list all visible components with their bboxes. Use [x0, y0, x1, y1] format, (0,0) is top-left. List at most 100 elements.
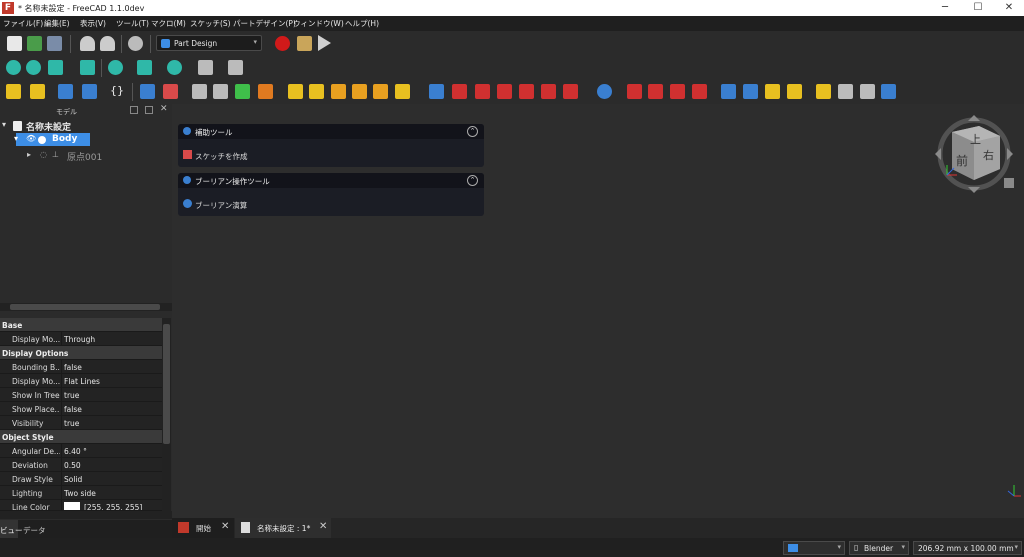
task-panel-header[interactable]: 補助ツール ⌃	[178, 124, 484, 139]
menu-edit[interactable]: 編集(E)	[44, 18, 70, 29]
open-document-icon[interactable]	[27, 36, 42, 51]
polar-pattern-icon[interactable]	[765, 84, 780, 99]
property-vertical-scrollbar[interactable]	[162, 318, 171, 511]
tab-data[interactable]: データ	[23, 525, 46, 536]
tab-document[interactable]: 名称未設定 : 1* ✕	[235, 518, 331, 538]
create-body-icon[interactable]	[6, 84, 21, 99]
validate-sketch-icon[interactable]	[163, 84, 178, 99]
clone-icon[interactable]	[58, 84, 73, 99]
menu-sketch[interactable]: スケッチ(S)	[190, 18, 231, 29]
eye-icon[interactable]: 👁	[26, 134, 36, 143]
hole-icon[interactable]	[452, 84, 467, 99]
close-panel-icon[interactable]: ✕	[160, 104, 168, 114]
close-tab-icon[interactable]: ✕	[221, 521, 229, 532]
tree-horizontal-scrollbar[interactable]	[0, 303, 172, 311]
property-group[interactable]: Display Options	[0, 346, 162, 360]
scroll-thumb[interactable]	[10, 304, 160, 310]
boolean-icon[interactable]	[597, 84, 612, 99]
property-row[interactable]: Show In Tree true	[0, 388, 162, 402]
hammer-icon[interactable]	[198, 60, 213, 75]
menu-macro[interactable]: マクロ(M)	[151, 18, 186, 29]
helix-icon[interactable]	[373, 84, 388, 99]
chamfer-icon[interactable]	[648, 84, 663, 99]
subtractive-loft-icon[interactable]	[497, 84, 512, 99]
revolution-icon[interactable]	[309, 84, 324, 99]
refresh-icon[interactable]	[128, 36, 143, 51]
save-icon[interactable]	[47, 36, 62, 51]
view-mode-selector[interactable]: ▾	[783, 541, 845, 555]
view-menu-icon[interactable]	[80, 60, 95, 75]
subtractive-pipe-icon[interactable]	[519, 84, 534, 99]
additive-primitive-icon[interactable]	[395, 84, 410, 99]
collapse-arrow-icon[interactable]: ▸	[27, 150, 31, 159]
view-section-icon[interactable]	[213, 84, 228, 99]
tab-start[interactable]: 開始 ✕	[172, 518, 234, 538]
property-row[interactable]: Angular De... 6.40 °	[0, 444, 162, 458]
minimize-button[interactable]: ─	[930, 0, 960, 16]
close-button[interactable]: ✕	[994, 0, 1024, 16]
property-horizontal-scrollbar[interactable]	[0, 511, 172, 519]
fit-selection-icon[interactable]	[26, 60, 41, 75]
expand-arrow-icon[interactable]: ▾	[14, 134, 18, 143]
sketch-icon[interactable]	[140, 84, 155, 99]
close-tab-icon[interactable]: ✕	[319, 521, 327, 532]
tree-origin-label[interactable]: 原点001	[67, 150, 102, 163]
dimension-display[interactable]: 206.92 mm x 100.00 mm ▾	[913, 541, 1022, 555]
create-datum-icon[interactable]	[30, 84, 45, 99]
redo-icon[interactable]	[100, 36, 115, 51]
run-macro-icon[interactable]	[318, 35, 331, 51]
boolean-operation-link[interactable]: ブーリアン演算	[195, 200, 247, 211]
pad-icon[interactable]	[288, 84, 303, 99]
scaled-icon[interactable]	[816, 84, 831, 99]
draft-icon[interactable]	[670, 84, 685, 99]
property-row[interactable]: Line Color [255, 255, 255]	[0, 500, 162, 511]
eye-hidden-icon[interactable]: ◌	[40, 150, 47, 159]
pocket-icon[interactable]	[429, 84, 444, 99]
menu-tools[interactable]: ツール(T)	[116, 18, 149, 29]
sprocket-icon[interactable]	[838, 84, 853, 99]
draw-style-icon[interactable]	[108, 60, 123, 75]
pipe-icon[interactable]	[352, 84, 367, 99]
undo-icon[interactable]	[80, 36, 95, 51]
property-group[interactable]: Base	[0, 318, 162, 332]
property-row[interactable]: Show Place... false	[0, 402, 162, 416]
menu-view[interactable]: 表示(V)	[80, 18, 106, 29]
subtractive-primitive-icon[interactable]	[563, 84, 578, 99]
record-macro-icon[interactable]	[275, 36, 290, 51]
fit-all-icon[interactable]	[6, 60, 21, 75]
maximize-button[interactable]: ☐	[963, 0, 993, 16]
property-row[interactable]: Deviation 0.50	[0, 458, 162, 472]
collapse-up-icon[interactable]: ⌃	[467, 126, 478, 137]
attach-sketch-icon[interactable]	[192, 84, 207, 99]
shaft-wizard-icon[interactable]	[881, 84, 896, 99]
property-row[interactable]: Visibility true	[0, 416, 162, 430]
measure-icon[interactable]	[167, 60, 182, 75]
menu-partdesign[interactable]: パートデザイン(P)	[233, 18, 296, 29]
bounding-box-icon[interactable]	[137, 60, 152, 75]
menu-window[interactable]: ウィンドウ(W)	[293, 18, 344, 29]
isometric-view-icon[interactable]	[48, 60, 63, 75]
menu-file[interactable]: ファイル(F)	[3, 18, 43, 29]
task-panel-header[interactable]: ブーリアン操作ツール ⌃	[178, 173, 484, 188]
property-row[interactable]: Display Mo... Through	[0, 332, 162, 346]
navigation-cube[interactable]: 上 前 右	[934, 114, 1020, 196]
menu-help[interactable]: ヘルプ(H)	[345, 18, 379, 29]
property-row[interactable]: Draw Style Solid	[0, 472, 162, 486]
restore-panel-icon[interactable]	[145, 106, 153, 114]
property-row[interactable]: Display Mo... Flat Lines	[0, 374, 162, 388]
shape-binder-icon[interactable]	[82, 84, 97, 99]
subtractive-helix-icon[interactable]	[541, 84, 556, 99]
color-swatch[interactable]	[64, 502, 80, 510]
macro-editor-icon[interactable]	[297, 36, 312, 51]
property-row[interactable]: Lighting Two side	[0, 486, 162, 500]
expression-icon[interactable]: {}	[110, 84, 124, 97]
scroll-thumb[interactable]	[163, 324, 170, 444]
tree-item-body[interactable]: ▾ 👁 Body	[14, 133, 90, 146]
navigation-style-selector[interactable]: ▯ Blender ▾	[849, 541, 909, 555]
thickness-icon[interactable]	[692, 84, 707, 99]
mirrored-icon[interactable]	[721, 84, 736, 99]
fillet-icon[interactable]	[627, 84, 642, 99]
linear-pattern-icon[interactable]	[743, 84, 758, 99]
new-document-icon[interactable]	[7, 36, 22, 51]
migrate-icon[interactable]	[258, 84, 273, 99]
